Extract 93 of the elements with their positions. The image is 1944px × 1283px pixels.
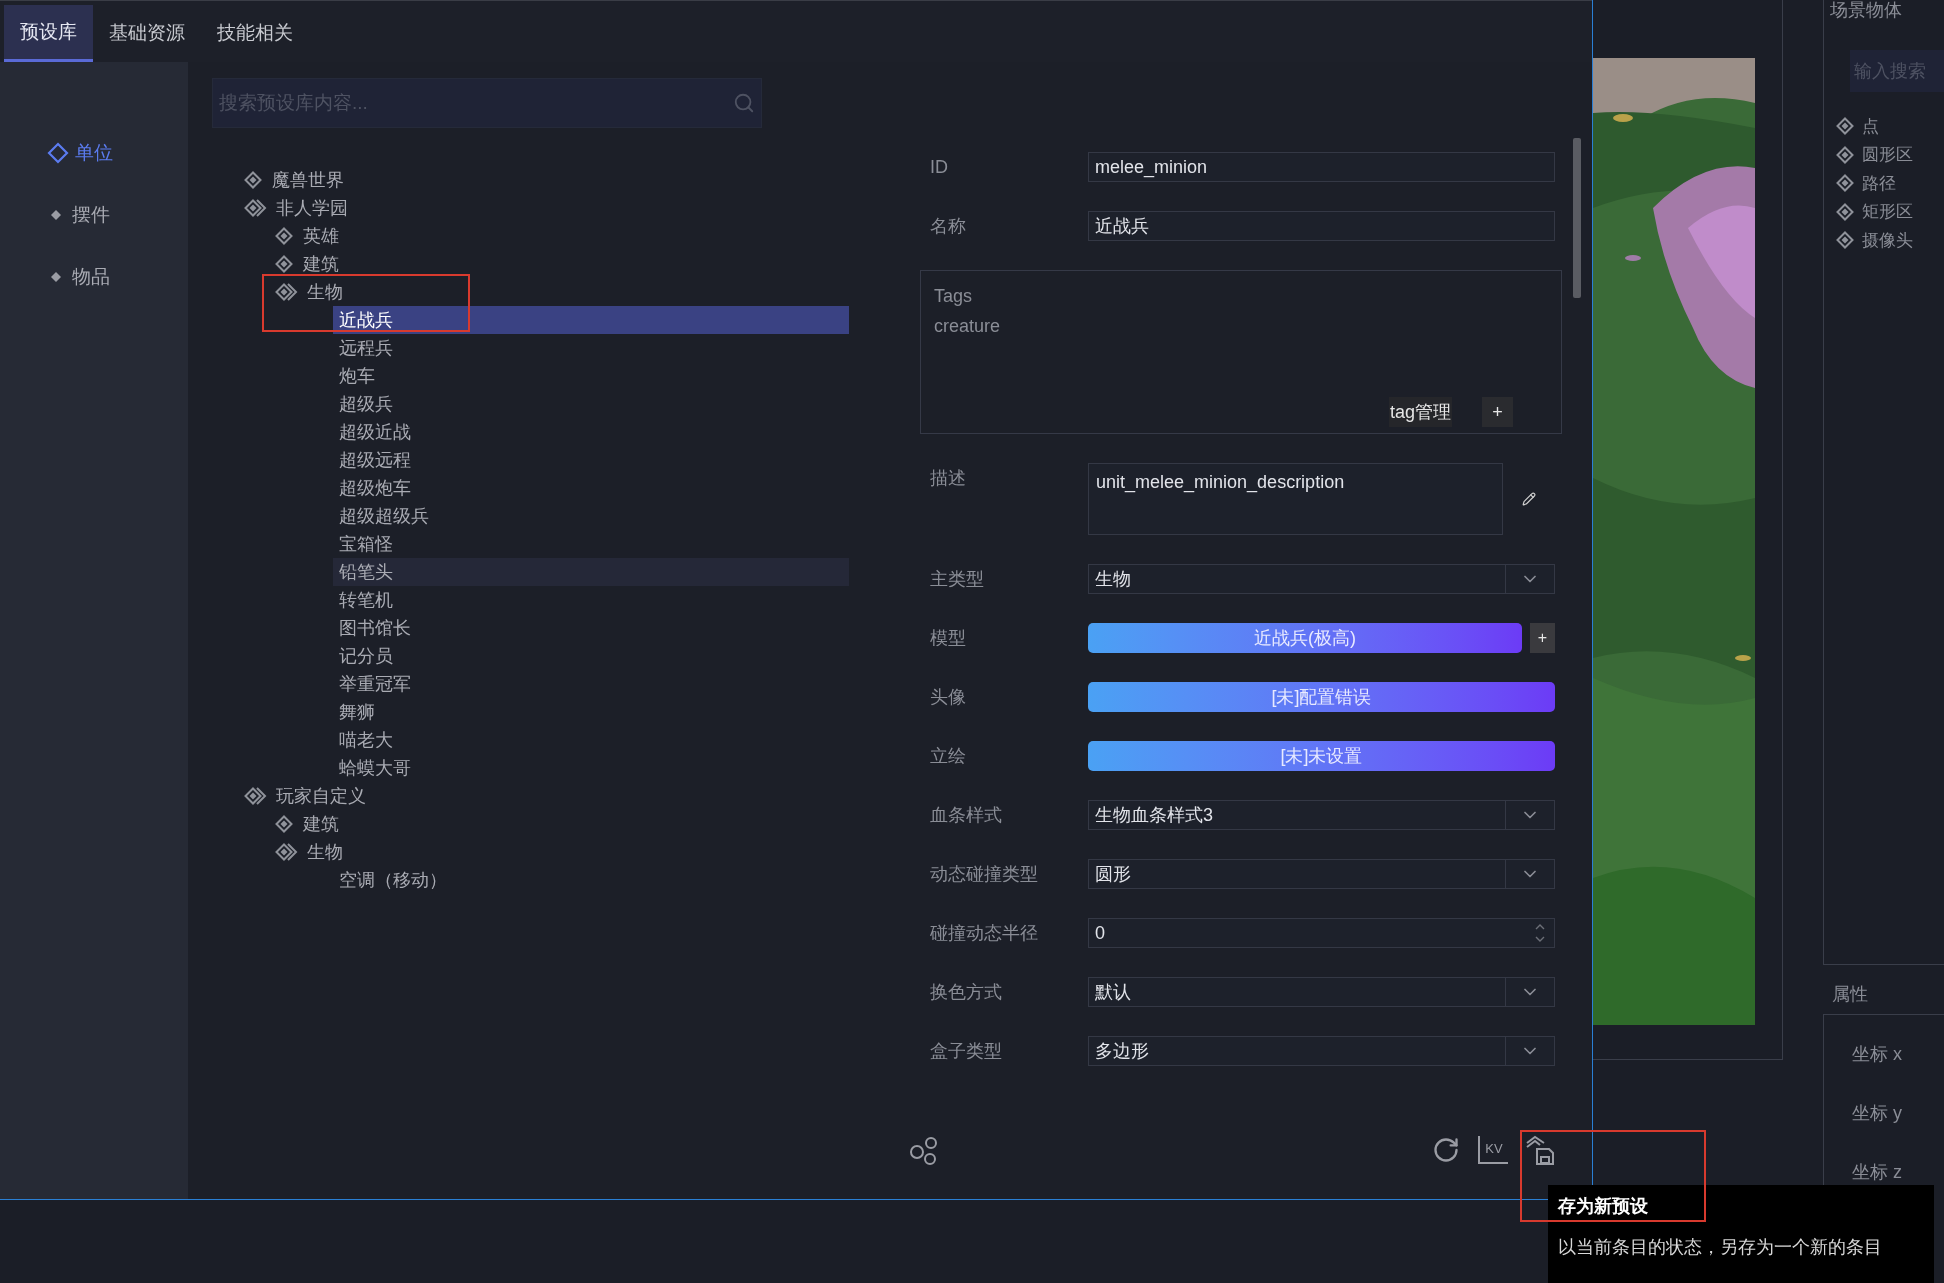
tree-item[interactable]: 英雄 bbox=[303, 222, 339, 250]
diamond-icon bbox=[47, 142, 69, 164]
spinner-icon bbox=[1534, 922, 1546, 944]
tree-item[interactable]: 建筑 bbox=[303, 810, 339, 838]
kv-button[interactable]: KV bbox=[1478, 1135, 1508, 1164]
sidebar-item[interactable]: 摆件 bbox=[72, 200, 110, 230]
tree-item[interactable]: 铅笔头 bbox=[333, 558, 849, 586]
double-diamond-icon bbox=[244, 787, 268, 805]
tree-item[interactable]: 非人学园 bbox=[276, 194, 348, 222]
save-as-icon[interactable] bbox=[1524, 1133, 1556, 1166]
field-label: 碰撞动态半径 bbox=[929, 922, 1039, 945]
field-label: 盒子类型 bbox=[929, 1040, 1003, 1063]
description-field[interactable]: unit_melee_minion_description bbox=[1088, 463, 1503, 535]
text-field[interactable]: 近战兵 bbox=[1088, 211, 1555, 241]
property-label: 坐标 z bbox=[1852, 1161, 1903, 1183]
tag: creature bbox=[934, 311, 1548, 341]
diamond-icon bbox=[1836, 174, 1856, 193]
scrollbar[interactable] bbox=[1573, 138, 1581, 298]
tree-item[interactable]: 炮车 bbox=[333, 362, 849, 390]
property-label: 坐标 y bbox=[1852, 1102, 1903, 1124]
tree-item[interactable]: 蛤蟆大哥 bbox=[333, 754, 849, 782]
tooltip-text: 以当前条目的状态，另存为一个新的条目 bbox=[1558, 1236, 1883, 1259]
field-label: 动态碰撞类型 bbox=[929, 863, 1039, 886]
diamond-icon bbox=[1836, 145, 1856, 164]
tab[interactable]: 预设库 bbox=[4, 5, 93, 62]
add-tag-button[interactable]: + bbox=[1482, 397, 1513, 427]
diamond-icon bbox=[50, 271, 62, 283]
scene-item[interactable]: 点 bbox=[1862, 113, 1879, 139]
tree-item[interactable]: 近战兵 bbox=[333, 306, 849, 334]
scene-item[interactable]: 路径 bbox=[1862, 170, 1896, 196]
tree-item[interactable]: 图书馆长 bbox=[333, 614, 849, 642]
diamond-icon bbox=[50, 209, 62, 221]
double-diamond-icon bbox=[275, 843, 299, 861]
tree-item[interactable]: 超级兵 bbox=[333, 390, 849, 418]
diamond-icon bbox=[1836, 117, 1856, 136]
search-icon bbox=[733, 92, 755, 114]
sidebar-item[interactable]: 物品 bbox=[72, 262, 110, 292]
tab[interactable]: 基础资源 bbox=[93, 5, 201, 62]
field-label: 血条样式 bbox=[929, 804, 1003, 827]
field-label: 主类型 bbox=[929, 568, 985, 591]
field-label: 换色方式 bbox=[929, 981, 1003, 1004]
dropdown[interactable]: 默认 bbox=[1088, 977, 1555, 1007]
pencil-icon[interactable] bbox=[1522, 492, 1536, 506]
tree-item[interactable]: 超级炮车 bbox=[333, 474, 849, 502]
tree-item[interactable]: 宝箱怪 bbox=[333, 530, 849, 558]
tooltip-title: 存为新预设 bbox=[1558, 1195, 1649, 1218]
tree-item[interactable]: 转笔机 bbox=[333, 586, 849, 614]
scene-item[interactable]: 圆形区 bbox=[1862, 142, 1913, 168]
tree-item[interactable]: 记分员 bbox=[333, 642, 849, 670]
field-label: 立绘 bbox=[929, 745, 967, 768]
section-title: 属性 bbox=[1831, 983, 1869, 1006]
sidebar-item[interactable]: 单位 bbox=[75, 138, 113, 168]
field-label: 模型 bbox=[929, 627, 967, 650]
tree-item[interactable]: 超级远程 bbox=[333, 446, 849, 474]
double-diamond-icon bbox=[275, 283, 299, 301]
refresh-icon[interactable] bbox=[1432, 1135, 1460, 1164]
tab[interactable]: 技能相关 bbox=[201, 5, 309, 62]
tag-manage-button[interactable]: tag管理 bbox=[1388, 397, 1452, 427]
tree-item[interactable]: 举重冠军 bbox=[333, 670, 849, 698]
dropdown[interactable]: 生物血条样式3 bbox=[1088, 800, 1555, 830]
field-label: 名称 bbox=[929, 215, 967, 238]
panel-title: 场景物体 bbox=[1830, 0, 1903, 20]
tree-item[interactable]: 舞狮 bbox=[333, 698, 849, 726]
scene-item[interactable]: 摄像头 bbox=[1862, 227, 1913, 253]
number-field[interactable]: 0 bbox=[1088, 918, 1555, 948]
property-label: 坐标 x bbox=[1852, 1043, 1903, 1065]
dropdown[interactable]: 多边形 bbox=[1088, 1036, 1555, 1066]
tree-item[interactable]: 空调（移动） bbox=[333, 866, 849, 894]
tree-item[interactable]: 超级超级兵 bbox=[333, 502, 849, 530]
double-diamond-icon bbox=[244, 199, 268, 217]
tree-item[interactable]: 建筑 bbox=[303, 250, 339, 278]
field-label: ID bbox=[929, 156, 949, 179]
diamond-icon bbox=[275, 815, 295, 833]
add-model-button[interactable]: + bbox=[1530, 623, 1555, 653]
tree-item[interactable]: 生物 bbox=[307, 278, 343, 306]
dropdown[interactable]: 圆形 bbox=[1088, 859, 1555, 889]
tree-item[interactable]: 玩家自定义 bbox=[276, 782, 366, 810]
diamond-icon bbox=[1836, 202, 1856, 221]
tree-item[interactable]: 喵老大 bbox=[333, 726, 849, 754]
scene-item[interactable]: 矩形区 bbox=[1862, 199, 1913, 225]
diamond-icon bbox=[275, 227, 295, 245]
diamond-icon bbox=[275, 255, 295, 273]
tags-label: Tags bbox=[934, 285, 974, 308]
tree-item[interactable]: 远程兵 bbox=[333, 334, 849, 362]
dropdown[interactable]: 生物 bbox=[1088, 564, 1555, 594]
tree-item[interactable]: 魔兽世界 bbox=[272, 166, 344, 194]
tree-item[interactable]: 超级近战 bbox=[333, 418, 849, 446]
text-field[interactable]: melee_minion bbox=[1088, 152, 1555, 182]
diamond-icon bbox=[244, 171, 264, 189]
field-label: 描述 bbox=[929, 467, 967, 490]
diamond-icon bbox=[1836, 231, 1856, 250]
tree-item[interactable]: 生物 bbox=[307, 838, 343, 866]
field-label: 头像 bbox=[929, 686, 967, 709]
